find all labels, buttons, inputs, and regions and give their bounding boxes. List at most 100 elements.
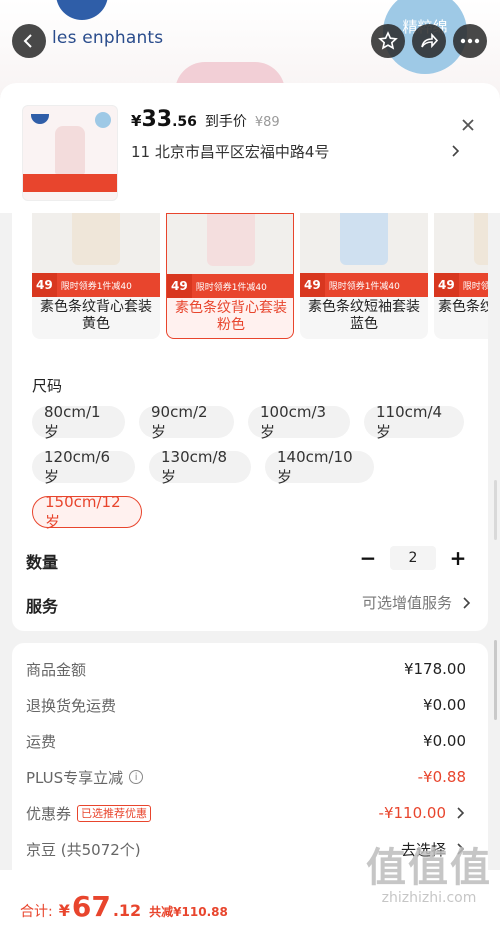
plus-discount-label: PLUS专享立减	[26, 768, 124, 787]
size-option-150-selected[interactable]: 150cm/12岁	[32, 493, 142, 531]
variant-option-blue[interactable]: 49 限时领券1件减40 素色条纹短袖套装 蓝色	[300, 213, 428, 339]
summary-scrollbar[interactable]	[494, 640, 497, 720]
share-button[interactable]	[412, 24, 446, 58]
garment-image	[474, 213, 488, 265]
variant-color: 粉色	[217, 317, 245, 333]
variant-label: 素色条纹背心套装 黄色	[32, 299, 160, 333]
goods-amount-label: 商品金额	[26, 660, 87, 679]
variant-promo-banner: 49 限时领券1件减40	[167, 274, 293, 298]
close-button[interactable]	[456, 113, 480, 137]
total-price: 合计: ¥ 67 .12 共减¥110.88	[20, 890, 228, 923]
promo-price: 49	[300, 273, 325, 297]
variant-image	[32, 213, 160, 273]
variant-color: 蓝色	[350, 316, 378, 332]
variant-label: 素色条纹背心套装 粉色	[167, 300, 293, 334]
garment-image	[207, 214, 255, 266]
variant-option-pink[interactable]: 49 限时领券1件减40 素色条纹背心套装 粉色	[166, 213, 294, 339]
quantity-label: 数量	[26, 553, 59, 572]
selected-product-thumbnail	[22, 105, 118, 201]
service-selector[interactable]: 可选增值服务	[362, 592, 472, 613]
brand-logo-mark	[56, 0, 108, 20]
promo-price: 49	[434, 273, 459, 297]
plus-discount-label-group: PLUS专享立减 i	[26, 767, 144, 788]
promo-text: 限时领券1件减40	[328, 281, 400, 292]
plus-discount-value: -¥0.88	[417, 768, 466, 786]
spec-selection-sheet: ¥ 33 .56 到手价 ¥89 11 北京市昌平区宏福中路4号 49 限时领券1…	[0, 83, 500, 930]
quantity-value[interactable]: 2	[390, 546, 436, 570]
promo-price: 49	[32, 273, 57, 297]
spec-scrollbar[interactable]	[494, 480, 497, 540]
more-dots-icon	[460, 38, 480, 44]
more-button[interactable]	[453, 24, 487, 58]
variant-label: 素色条纹短袖套装 蓝色	[300, 299, 428, 333]
recommended-coupon-tag: 已选推荐优惠	[77, 804, 152, 822]
back-arrow-icon	[23, 34, 32, 48]
decrease-quantity-button[interactable]: −	[358, 546, 378, 570]
service-label: 服务	[26, 597, 59, 616]
back-button[interactable]	[12, 24, 46, 58]
size-option-140[interactable]: 140cm/10岁	[265, 448, 374, 486]
total-decimal: .12	[112, 901, 142, 920]
return-shipping-row: 退换货免运费 ¥0.00	[26, 693, 466, 717]
chevron-right-icon	[463, 596, 471, 609]
garment-image	[72, 213, 120, 265]
thumbnail-badge	[95, 112, 111, 128]
size-option-90[interactable]: 90cm/2岁	[139, 403, 234, 441]
size-option-100[interactable]: 100cm/3岁	[248, 403, 350, 441]
size-title: 尺码	[32, 377, 63, 395]
variant-image	[300, 213, 428, 273]
brand-name: les enphants	[52, 28, 164, 48]
delivery-address[interactable]: 11 北京市昌平区宏福中路4号	[131, 141, 461, 162]
size-option-110[interactable]: 110cm/4岁	[364, 403, 464, 441]
shipping-label: 运费	[26, 732, 57, 751]
sheet-header: ¥ 33 .56 到手价 ¥89 11 北京市昌平区宏福中路4号	[0, 83, 500, 213]
coupon-row[interactable]: 优惠券 已选推荐优惠 -¥110.00	[26, 801, 466, 825]
variant-image	[434, 213, 488, 273]
size-option-120[interactable]: 120cm/6岁	[32, 448, 135, 486]
promo-text: 限时领券1件减40	[60, 281, 132, 292]
return-shipping-value: ¥0.00	[423, 696, 466, 714]
variant-name: 素色条纹	[438, 299, 488, 315]
variant-option-yellow[interactable]: 49 限时领券1件减40 素色条纹背心套装 黄色	[32, 213, 160, 339]
variant-promo-banner: 49 限时领券1件减40	[32, 273, 160, 297]
service-value: 可选增值服务	[361, 594, 452, 612]
total-integer: 67	[71, 890, 111, 923]
info-icon[interactable]: i	[129, 770, 144, 784]
variant-color: 黄色	[82, 316, 110, 332]
quantity-stepper: − 2 +	[358, 546, 468, 570]
variant-promo-banner: 49 限时领	[434, 273, 488, 297]
promo-text: 限时领	[462, 281, 488, 292]
chevron-right-icon	[457, 807, 465, 819]
spec-card: 49 限时领券1件减40 素色条纹背心套装 黄色 49 限时领券1件减40 素色条纹背…	[12, 213, 488, 631]
goods-amount-value: ¥178.00	[403, 660, 466, 678]
increase-quantity-button[interactable]: +	[448, 546, 468, 570]
price-decimal: .56	[172, 114, 197, 130]
variant-name: 素色条纹背心套装	[175, 300, 287, 316]
variant-name: 素色条纹短袖套装	[308, 299, 420, 315]
site-watermark: 值值值 zhizhizhi.com	[366, 846, 492, 906]
star-icon	[378, 31, 398, 50]
promo-price: 49	[167, 274, 192, 298]
price-integer: 33	[141, 107, 173, 132]
total-saved: 共减¥110.88	[149, 905, 228, 919]
coupon-value: -¥110.00	[378, 804, 446, 822]
total-currency: ¥	[58, 901, 70, 920]
variant-option-partial[interactable]: 49 限时领 素色条纹	[434, 213, 488, 339]
promo-text: 限时领券1件减40	[195, 282, 267, 293]
price-tag: 到手价	[204, 114, 247, 130]
variant-image	[167, 214, 293, 274]
address-text: 11 北京市昌平区宏福中路4号	[131, 143, 330, 161]
thumbnail-promo-banner	[23, 174, 117, 192]
favorite-button[interactable]	[371, 24, 405, 58]
close-icon	[462, 119, 474, 131]
jd-beans-label: 京豆 (共5072个)	[26, 840, 141, 859]
coupon-value-group: -¥110.00	[379, 804, 466, 822]
chevron-right-icon	[452, 145, 460, 157]
size-option-130[interactable]: 130cm/8岁	[149, 448, 251, 486]
thumbnail-brand-logo	[31, 114, 49, 124]
size-option-80[interactable]: 80cm/1岁	[32, 403, 125, 441]
shipping-value: ¥0.00	[423, 732, 466, 750]
share-icon	[421, 32, 439, 49]
coupon-label-group: 优惠券 已选推荐优惠	[26, 803, 152, 824]
original-price: ¥89	[254, 115, 280, 130]
